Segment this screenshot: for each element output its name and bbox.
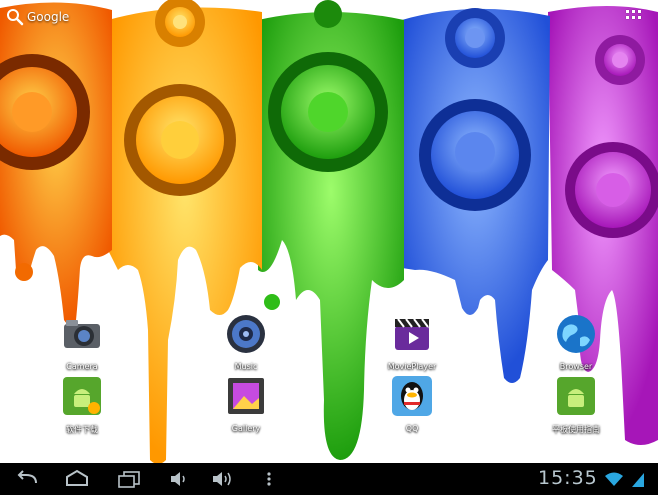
wifi-icon	[605, 472, 623, 486]
back-icon[interactable]	[14, 469, 40, 489]
movie-clapper-icon	[395, 318, 429, 350]
android-guide-icon	[557, 377, 595, 415]
globe-icon	[557, 315, 595, 353]
app-user-guide[interactable]: 平板使用指南	[536, 374, 616, 435]
google-label: Google	[27, 10, 70, 24]
app-label: 平板使用指南	[552, 425, 600, 434]
app-software-download[interactable]: 软件下载	[42, 374, 122, 435]
all-apps-icon[interactable]	[626, 10, 642, 22]
gallery-icon	[228, 378, 264, 414]
home-icon[interactable]	[64, 469, 90, 489]
app-label: Music	[234, 362, 258, 371]
app-music[interactable]: Music	[206, 312, 286, 371]
app-label: MoviePlayer	[387, 362, 437, 371]
google-search-bar[interactable]: Google	[6, 6, 69, 28]
app-label: Browser	[559, 362, 593, 371]
menu-icon[interactable]	[264, 469, 274, 489]
app-label: QQ	[405, 424, 419, 433]
app-gallery[interactable]: Gallery	[206, 374, 286, 433]
search-icon	[7, 9, 24, 26]
camera-icon	[64, 320, 100, 348]
music-icon	[227, 315, 265, 353]
qq-penguin-icon	[392, 376, 432, 416]
volume-down-icon[interactable]	[168, 469, 188, 489]
app-label: 软件下载	[66, 425, 98, 434]
android-download-icon	[63, 377, 101, 415]
volume-up-icon[interactable]	[210, 469, 234, 489]
system-bar: 15:35	[0, 463, 658, 495]
app-camera[interactable]: Camera	[42, 312, 122, 371]
recent-apps-icon[interactable]	[116, 469, 142, 489]
clock: 15:35	[538, 467, 598, 489]
app-browser[interactable]: Browser	[536, 312, 616, 371]
app-label: Camera	[66, 362, 98, 371]
app-qq[interactable]: QQ	[372, 374, 452, 433]
app-label: Gallery	[231, 424, 261, 433]
app-movieplayer[interactable]: MoviePlayer	[372, 312, 452, 371]
battery-icon	[632, 473, 644, 487]
